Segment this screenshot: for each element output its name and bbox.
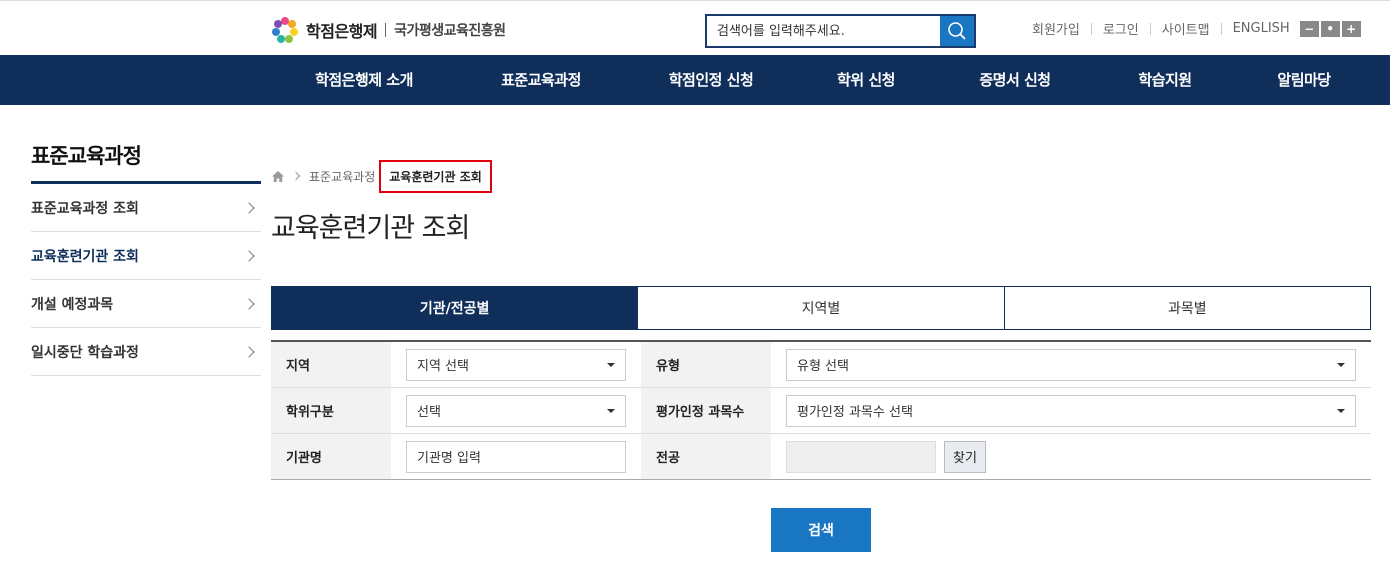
sidebar-item-label: 표준교육과정 조회 bbox=[31, 200, 139, 217]
zoom-reset-button[interactable]: • bbox=[1320, 20, 1340, 37]
top-bar: 학점은행제 국가평생교육진흥원 회원가입 로그인 사이트맵 ENGLISH − … bbox=[0, 0, 1390, 55]
sidebar-menu: 표준교육과정 조회 교육훈련기관 조회 개설 예정과목 일시중단 학습과정 bbox=[31, 184, 261, 376]
institution-name-label: 기관명 bbox=[271, 434, 391, 479]
nav-item-credit-apply[interactable]: 학점인정 신청 bbox=[626, 55, 796, 105]
institution-name-input[interactable]: 기관명 입력 bbox=[406, 440, 626, 473]
tab-region[interactable]: 지역별 bbox=[638, 286, 1005, 330]
search-tabs: 기관/전공별 지역별 과목별 bbox=[271, 286, 1371, 330]
utility-links: 회원가입 로그인 사이트맵 ENGLISH − • + bbox=[1032, 19, 1361, 38]
eval-count-label: 평가인정 과목수 bbox=[641, 388, 771, 433]
form-row: 기관명 기관명 입력 전공 찾기 bbox=[271, 434, 1371, 480]
home-icon[interactable] bbox=[271, 170, 285, 183]
nav-item-notice[interactable]: 알림마당 bbox=[1236, 55, 1372, 105]
chevron-right-icon bbox=[243, 249, 255, 262]
major-field: 찾기 bbox=[771, 434, 1371, 479]
sidebar-title: 표준교육과정 bbox=[31, 144, 142, 168]
sidebar-item-planned-courses[interactable]: 개설 예정과목 bbox=[31, 280, 261, 328]
breadcrumb-separator-icon bbox=[291, 171, 301, 181]
type-label: 유형 bbox=[641, 342, 771, 387]
page-title: 교육훈련기관 조회 bbox=[271, 213, 470, 244]
logo-subtitle: 국가평생교육진흥원 bbox=[394, 23, 506, 39]
tab-subject[interactable]: 과목별 bbox=[1004, 286, 1371, 330]
sidebar-item-institution-search[interactable]: 교육훈련기관 조회 bbox=[31, 232, 261, 280]
find-major-button[interactable]: 찾기 bbox=[944, 440, 986, 473]
nav-item-certificate[interactable]: 증명서 신청 bbox=[936, 55, 1094, 105]
sidebar-item-label: 일시중단 학습과정 bbox=[31, 344, 139, 361]
search-icon bbox=[948, 22, 966, 40]
major-input[interactable] bbox=[786, 440, 936, 473]
degree-label: 학위구분 bbox=[271, 388, 391, 433]
sidebar-item-suspended-courses[interactable]: 일시중단 학습과정 bbox=[31, 328, 261, 376]
form-row: 학위구분 선택 평가인정 과목수 평가인정 과목수 선택 bbox=[271, 388, 1371, 434]
logo-divider bbox=[385, 23, 387, 37]
chevron-right-icon bbox=[243, 297, 255, 310]
search-input[interactable] bbox=[707, 16, 940, 46]
zoom-controls: − • + bbox=[1299, 20, 1361, 37]
zoom-out-button[interactable]: − bbox=[1299, 20, 1319, 37]
login-link[interactable]: 로그인 bbox=[1103, 19, 1139, 38]
nav-item-degree-apply[interactable]: 학위 신청 bbox=[796, 55, 936, 105]
nav-item-intro[interactable]: 학점은행제 소개 bbox=[272, 55, 456, 105]
util-divider bbox=[1149, 22, 1151, 35]
major-label: 전공 bbox=[641, 434, 771, 479]
sidebar-item-label: 개설 예정과목 bbox=[31, 296, 114, 313]
breadcrumb-current: 교육훈련기관 조회 bbox=[379, 159, 492, 193]
caret-down-icon bbox=[1337, 408, 1345, 413]
chevron-right-icon bbox=[243, 201, 255, 214]
region-field: 지역 선택 bbox=[391, 342, 641, 387]
util-divider bbox=[1220, 22, 1222, 35]
english-link[interactable]: ENGLISH bbox=[1233, 21, 1290, 36]
util-divider bbox=[1090, 22, 1092, 35]
eval-count-select[interactable]: 평가인정 과목수 선택 bbox=[786, 394, 1356, 427]
breadcrumb-parent[interactable]: 표준교육과정 bbox=[309, 168, 375, 185]
type-select-value: 유형 선택 bbox=[797, 359, 849, 374]
eval-count-field: 평가인정 과목수 선택 bbox=[771, 388, 1371, 433]
degree-field: 선택 bbox=[391, 388, 641, 433]
form-row: 지역 지역 선택 유형 유형 선택 bbox=[271, 342, 1371, 388]
tab-institution-major[interactable]: 기관/전공별 bbox=[271, 286, 639, 330]
site-search bbox=[705, 14, 976, 48]
search-submit-button[interactable]: 검색 bbox=[771, 508, 871, 552]
main-nav: 학점은행제 소개 표준교육과정 학점인정 신청 학위 신청 증명서 신청 학습지… bbox=[0, 55, 1390, 105]
logo-text: 학점은행제 bbox=[306, 22, 378, 41]
type-field: 유형 선택 bbox=[771, 342, 1371, 387]
sitemap-link[interactable]: 사이트맵 bbox=[1162, 19, 1210, 38]
caret-down-icon bbox=[1337, 362, 1345, 367]
region-select-value: 지역 선택 bbox=[417, 359, 469, 374]
breadcrumb: 표준교육과정 교육훈련기관 조회 bbox=[271, 158, 492, 194]
nav-item-standard-curriculum[interactable]: 표준교육과정 bbox=[456, 55, 626, 105]
region-select[interactable]: 지역 선택 bbox=[406, 348, 626, 381]
caret-down-icon bbox=[607, 362, 615, 367]
degree-select-value: 선택 bbox=[417, 405, 441, 420]
degree-select[interactable]: 선택 bbox=[406, 394, 626, 427]
caret-down-icon bbox=[607, 408, 615, 413]
sidebar-item-label: 교육훈련기관 조회 bbox=[31, 248, 139, 265]
eval-count-select-value: 평가인정 과목수 선택 bbox=[797, 405, 913, 420]
sidebar-item-standard-search[interactable]: 표준교육과정 조회 bbox=[31, 184, 261, 232]
zoom-in-button[interactable]: + bbox=[1341, 20, 1361, 37]
site-logo[interactable]: 학점은행제 국가평생교육진흥원 bbox=[270, 15, 506, 45]
logo-flower-icon bbox=[270, 15, 300, 45]
institution-name-field: 기관명 입력 bbox=[391, 434, 641, 479]
region-label: 지역 bbox=[271, 342, 391, 387]
search-button[interactable] bbox=[940, 16, 974, 46]
type-select[interactable]: 유형 선택 bbox=[786, 348, 1356, 381]
nav-item-learning-support[interactable]: 학습지원 bbox=[1094, 55, 1236, 105]
signup-link[interactable]: 회원가입 bbox=[1032, 19, 1080, 38]
search-form: 지역 지역 선택 유형 유형 선택 학위구분 선택 평가인정 과목수 평가인정 bbox=[271, 340, 1371, 480]
chevron-right-icon bbox=[243, 345, 255, 358]
